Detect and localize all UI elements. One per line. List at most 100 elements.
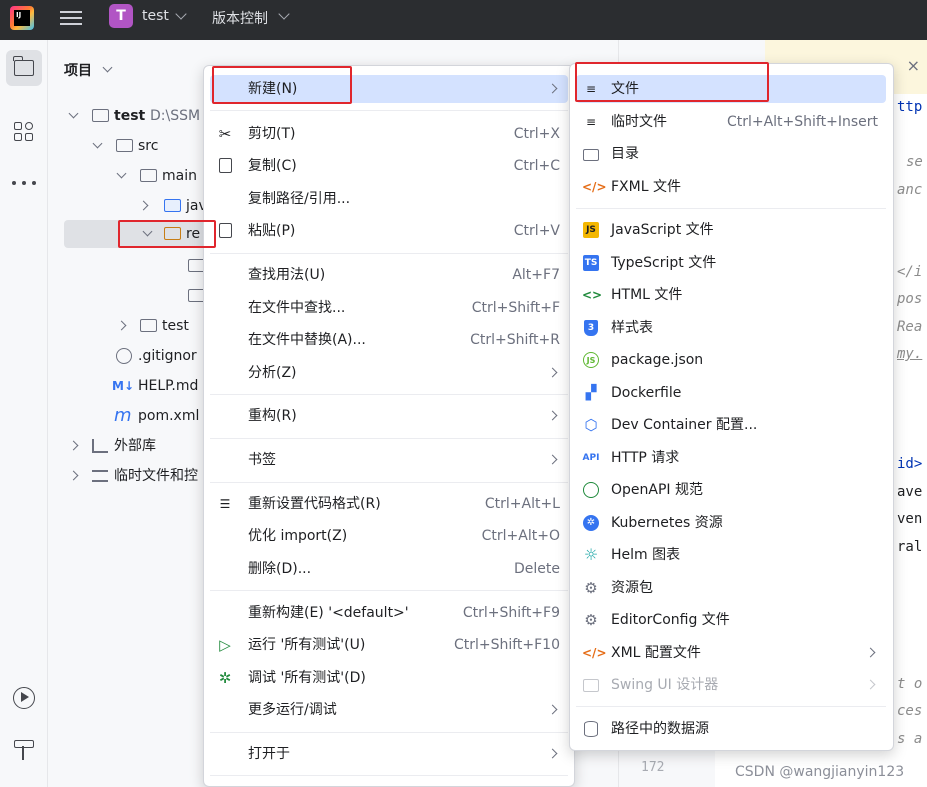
menu-label: FXML 文件	[611, 179, 681, 195]
vcs-widget[interactable]: 版本控制	[212, 8, 268, 28]
menu-item-run-all-tests[interactable]: ▷ 运行 '所有测试'(U) Ctrl+Shift+F10	[210, 631, 568, 659]
menu-item-paste[interactable]: 粘贴(P) Ctrl+V	[210, 217, 568, 245]
menu-item-package-json[interactable]: JS package.json	[576, 346, 886, 374]
menu-label: 重新设置代码格式(R)	[248, 496, 381, 512]
menu-item-more-run-debug[interactable]: 更多运行/调试	[210, 696, 568, 724]
folder-icon	[583, 149, 599, 161]
menu-label: 重构(R)	[248, 408, 297, 424]
menu-item-debug-all-tests[interactable]: ✲ 调试 '所有测试'(D)	[210, 664, 568, 692]
chevron-down-icon[interactable]	[92, 138, 103, 149]
menu-label: 复制(C)	[248, 158, 297, 174]
chevron-down-icon[interactable]	[142, 226, 153, 237]
menu-item-fxml[interactable]: </> FXML 文件	[576, 173, 886, 201]
menu-item-http-request[interactable]: API HTTP 请求	[576, 444, 886, 472]
menu-item-copy[interactable]: 复制(C) Ctrl+C	[210, 152, 568, 180]
tree-item-subfolder[interactable]	[64, 252, 214, 280]
tree-item-external-libraries[interactable]: 外部库	[64, 432, 214, 460]
tree-item-src[interactable]: src	[64, 132, 214, 160]
chevron-down-icon[interactable]	[68, 108, 79, 119]
tree-item-pom[interactable]: m pom.xml	[64, 402, 214, 430]
menu-label: 书签	[248, 452, 276, 468]
menu-label: 在文件中查找...	[248, 300, 346, 316]
menu-label: 文件	[611, 81, 639, 97]
menu-item-editorconfig[interactable]: ⚙ EditorConfig 文件	[576, 606, 886, 634]
menu-item-reformat-code[interactable]: ☰ 重新设置代码格式(R) Ctrl+Alt+L	[210, 490, 568, 518]
menu-item-html[interactable]: <> HTML 文件	[576, 281, 886, 309]
tree-item-help[interactable]: M↓ HELP.md	[64, 372, 214, 400]
menu-label: 临时文件	[611, 114, 667, 130]
project-name[interactable]: test	[142, 8, 169, 24]
chevron-right-icon[interactable]	[68, 440, 79, 451]
menu-item-bookmarks[interactable]: 书签	[210, 446, 568, 474]
intellij-logo-icon[interactable]: IJ	[10, 6, 34, 30]
menu-item-file[interactable]: ≡ 文件	[576, 75, 886, 103]
panel-title[interactable]: 项目	[64, 60, 92, 80]
tree-item-test[interactable]: test	[64, 312, 214, 340]
menu-item-open-in[interactable]: 打开于	[210, 740, 568, 768]
project-tool-button[interactable]	[6, 50, 42, 86]
code-fragment: t o	[897, 676, 923, 692]
tree-item-scratches[interactable]: 临时文件和控	[64, 462, 214, 490]
menu-item-refactor[interactable]: 重构(R)	[210, 402, 568, 430]
menu-label: package.json	[611, 352, 704, 368]
menu-label: 新建(N)	[248, 81, 298, 97]
menu-item-kubernetes[interactable]: ✲ Kubernetes 资源	[576, 509, 886, 537]
tree-label: test	[162, 318, 189, 334]
tree-item-gitignore[interactable]: .gitignor	[64, 342, 214, 370]
tree-item-main[interactable]: main	[64, 162, 214, 190]
menu-item-dev-container[interactable]: ⬡ Dev Container 配置...	[576, 411, 886, 439]
chevron-down-icon[interactable]	[175, 8, 187, 20]
menu-label: 调试 '所有测试'(D)	[248, 670, 366, 686]
menu-item-optimize-imports[interactable]: 优化 import(Z) Ctrl+Alt+O	[210, 522, 568, 550]
chevron-right-icon[interactable]	[116, 320, 127, 331]
close-icon[interactable]: ×	[907, 56, 920, 75]
chevron-down-icon[interactable]	[278, 8, 290, 20]
tree-item-test-root[interactable]: test D:\SSM	[64, 102, 214, 130]
menu-item-find-usages[interactable]: 查找用法(U) Alt+F7	[210, 261, 568, 289]
chevron-down-icon[interactable]	[102, 62, 113, 73]
menu-item-copy-path[interactable]: 复制路径/引用...	[210, 185, 568, 213]
menu-item-xml-config[interactable]: </> XML 配置文件	[576, 639, 886, 667]
services-tool-button[interactable]	[6, 680, 42, 716]
code-fragment: s a	[897, 731, 923, 747]
menu-shortcut: Ctrl+X	[513, 126, 560, 142]
menu-item-delete[interactable]: 删除(D)... Delete	[210, 555, 568, 583]
tree-label: main	[162, 168, 197, 184]
menu-item-find-in-files[interactable]: 在文件中查找... Ctrl+Shift+F	[210, 294, 568, 322]
menu-shortcut: Ctrl+Alt+O	[481, 528, 560, 544]
menu-item-helm[interactable]: ☼ Helm 图表	[576, 541, 886, 569]
context-menu: 新建(N) ✂ 剪切(T) Ctrl+X 复制(C) Ctrl+C 复制路径/引…	[203, 65, 575, 787]
menu-item-new[interactable]: 新建(N)	[210, 75, 568, 103]
more-tools-button[interactable]	[6, 164, 42, 200]
menu-item-stylesheet[interactable]: 3 样式表	[576, 314, 886, 342]
menu-item-swing-ui[interactable]: Swing UI 设计器	[576, 671, 886, 699]
chevron-right-icon[interactable]	[138, 200, 149, 211]
menu-item-cut[interactable]: ✂ 剪切(T) Ctrl+X	[210, 120, 568, 148]
menu-separator	[210, 394, 568, 395]
project-badge[interactable]: T	[109, 4, 133, 28]
nodejs-icon: JS	[583, 352, 599, 368]
menu-item-scratch-file[interactable]: ≡ 临时文件 Ctrl+Alt+Shift+Insert	[576, 108, 886, 136]
build-tool-button[interactable]	[6, 732, 42, 768]
tree-item-resources[interactable]: re	[64, 220, 214, 248]
tree-item-subfolder[interactable]	[64, 282, 214, 310]
menu-item-directory[interactable]: 目录	[576, 140, 886, 168]
menu-item-rebuild[interactable]: 重新构建(E) '<default>' Ctrl+Shift+F9	[210, 599, 568, 627]
main-menu-icon[interactable]	[60, 7, 82, 29]
tree-item-java[interactable]: jav	[64, 192, 214, 220]
menu-item-javascript[interactable]: JS JavaScript 文件	[576, 216, 886, 244]
menu-label: 样式表	[611, 320, 653, 336]
menu-item-dockerfile[interactable]: ▞ Dockerfile	[576, 379, 886, 407]
menu-label: TypeScript 文件	[611, 255, 717, 271]
menu-item-replace-in-files[interactable]: 在文件中替换(A)... Ctrl+Shift+R	[210, 326, 568, 354]
scissors-icon: ✂	[218, 125, 232, 143]
menu-item-analyze[interactable]: 分析(Z)	[210, 359, 568, 387]
structure-tool-button[interactable]	[6, 114, 42, 150]
chevron-right-icon[interactable]	[68, 470, 79, 481]
chevron-down-icon[interactable]	[116, 168, 127, 179]
menu-item-resource-bundle[interactable]: ⚙ 资源包	[576, 574, 886, 602]
menu-item-data-source-path[interactable]: 路径中的数据源	[576, 715, 886, 743]
menu-item-openapi[interactable]: OpenAPI 规范	[576, 476, 886, 504]
code-fragment: Rea	[897, 319, 923, 335]
menu-item-typescript[interactable]: TS TypeScript 文件	[576, 249, 886, 277]
